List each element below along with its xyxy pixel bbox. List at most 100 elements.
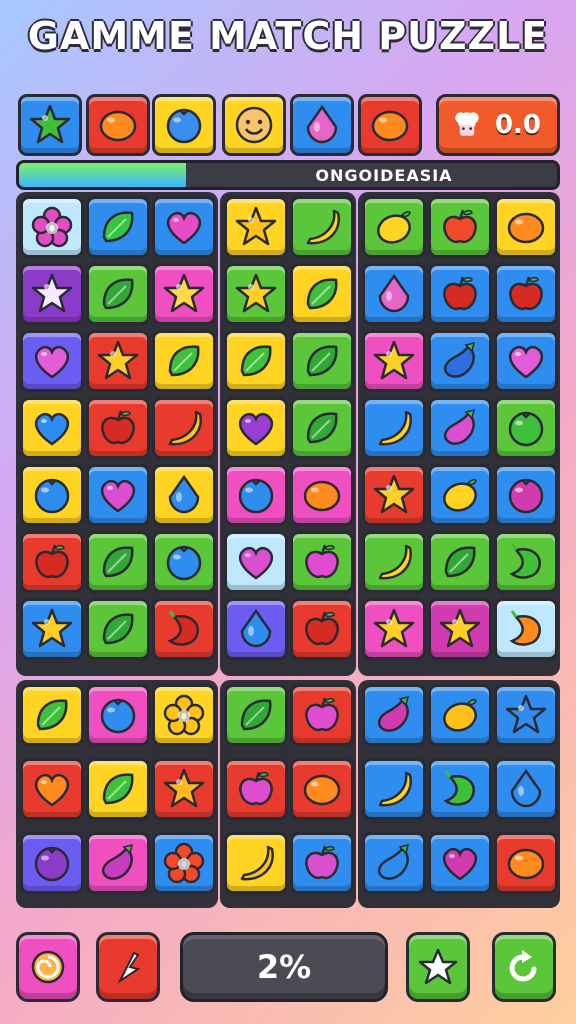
board-tile[interactable] [494, 832, 558, 894]
board-tile[interactable] [86, 684, 150, 746]
top-bar-tile[interactable] [152, 94, 216, 156]
board-tile[interactable] [494, 263, 558, 325]
board-tile[interactable] [152, 397, 216, 459]
board-tile[interactable] [428, 263, 492, 325]
board-tile[interactable] [290, 196, 354, 258]
top-bar-tile[interactable] [290, 94, 354, 156]
board-tile[interactable] [362, 832, 426, 894]
board-tile[interactable] [86, 196, 150, 258]
board-tile[interactable] [86, 832, 150, 894]
board-tile[interactable] [362, 330, 426, 392]
board-tile[interactable] [152, 758, 216, 820]
top-bar-tile[interactable] [86, 94, 150, 156]
board-tile[interactable] [86, 758, 150, 820]
board-tile[interactable] [362, 263, 426, 325]
board-tile[interactable] [494, 598, 558, 660]
board-tile[interactable] [152, 196, 216, 258]
board-tile[interactable] [224, 598, 288, 660]
board-tile[interactable] [152, 684, 216, 746]
star-icon [29, 104, 71, 144]
board-tile[interactable] [362, 531, 426, 593]
board-tile[interactable] [290, 531, 354, 593]
heart-icon [167, 211, 201, 245]
board-tile[interactable] [428, 531, 492, 593]
restart-icon [509, 950, 537, 982]
orange-fruit-icon [507, 212, 545, 244]
restart-button[interactable] [492, 932, 556, 1002]
board-tile[interactable] [224, 263, 288, 325]
board-tile[interactable] [224, 397, 288, 459]
board-tile[interactable] [152, 263, 216, 325]
board-tile[interactable] [362, 598, 426, 660]
board-tile[interactable] [362, 397, 426, 459]
board-tile[interactable] [86, 598, 150, 660]
board-tile[interactable] [20, 531, 84, 593]
board-tile[interactable] [428, 330, 492, 392]
board-tile[interactable] [428, 832, 492, 894]
board-tile[interactable] [428, 196, 492, 258]
board-tile[interactable] [20, 397, 84, 459]
board-tile[interactable] [224, 464, 288, 526]
board-tile[interactable] [362, 758, 426, 820]
board-tile[interactable] [362, 196, 426, 258]
board-tile[interactable] [290, 263, 354, 325]
heart-icon [35, 773, 69, 807]
board-tile[interactable] [362, 684, 426, 746]
board-tile[interactable] [428, 684, 492, 746]
star-bonus-button[interactable] [406, 932, 470, 1002]
board-tile[interactable] [20, 832, 84, 894]
board-tile[interactable] [152, 598, 216, 660]
board-tile[interactable] [152, 330, 216, 392]
board-tile[interactable] [224, 531, 288, 593]
board-tile[interactable] [20, 464, 84, 526]
board-tile[interactable] [152, 531, 216, 593]
board-tile[interactable] [290, 464, 354, 526]
board-tile[interactable] [20, 684, 84, 746]
board-tile[interactable] [494, 684, 558, 746]
board-tile[interactable] [494, 531, 558, 593]
board-tile[interactable] [494, 397, 558, 459]
board-tile[interactable] [428, 598, 492, 660]
board-tile[interactable] [224, 832, 288, 894]
board-tile[interactable] [86, 263, 150, 325]
board-tile[interactable] [290, 832, 354, 894]
board-tile[interactable] [428, 397, 492, 459]
top-bar-tile[interactable] [18, 94, 82, 156]
board-tile[interactable] [86, 531, 150, 593]
board-tile[interactable] [20, 263, 84, 325]
blueberry-icon [100, 698, 136, 734]
star-icon [373, 474, 415, 514]
board-tile[interactable] [290, 598, 354, 660]
board-tile[interactable] [362, 464, 426, 526]
board-tile[interactable] [152, 464, 216, 526]
board-tile[interactable] [86, 397, 150, 459]
hint-button[interactable] [96, 932, 160, 1002]
top-bar-tile[interactable] [222, 94, 286, 156]
board-tile[interactable] [20, 196, 84, 258]
heart-icon [35, 412, 69, 446]
board-tile[interactable] [224, 758, 288, 820]
board-tile[interactable] [428, 758, 492, 820]
swap-button[interactable] [16, 932, 80, 1002]
board-tile[interactable] [20, 330, 84, 392]
board-tile[interactable] [224, 330, 288, 392]
board-tile[interactable] [494, 464, 558, 526]
board-tile[interactable] [152, 832, 216, 894]
board-tile[interactable] [86, 330, 150, 392]
board-tile[interactable] [290, 758, 354, 820]
board-tile[interactable] [494, 758, 558, 820]
board-tile[interactable] [20, 758, 84, 820]
board-tile[interactable] [86, 464, 150, 526]
board-tile[interactable] [290, 397, 354, 459]
board-tile[interactable] [290, 684, 354, 746]
board-tile[interactable] [290, 330, 354, 392]
board-tile[interactable] [224, 684, 288, 746]
board-tile[interactable] [428, 464, 492, 526]
top-bar-tile[interactable] [358, 94, 422, 156]
board-tile[interactable] [494, 196, 558, 258]
board-tile[interactable] [494, 330, 558, 392]
flower-icon [163, 694, 205, 736]
board-tile[interactable] [224, 196, 288, 258]
chef-icon [455, 112, 479, 136]
board-tile[interactable] [20, 598, 84, 660]
